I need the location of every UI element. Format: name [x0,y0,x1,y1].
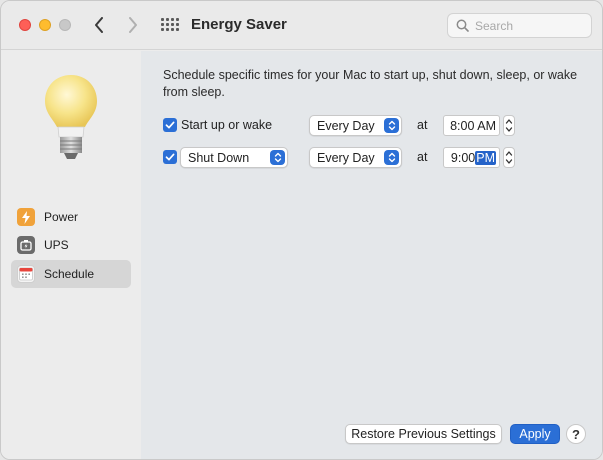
startup-time-field[interactable]: 8:00 AM [443,115,500,136]
sidebar: Power UPS Schedule [1,51,141,459]
ampm-value-selected[interactable]: PM [475,151,496,165]
startup-time-stepper[interactable] [503,115,515,136]
stepper-arrows-icon [505,119,513,132]
stepper-arrows-icon [505,151,513,164]
chevron-up-down-icon [384,150,399,165]
close-window-button[interactable] [19,19,31,31]
search-placeholder: Search [475,19,514,33]
title-bar: Energy Saver Search [1,1,602,50]
ampm-value: AM [477,119,496,133]
search-field[interactable]: Search [447,13,592,38]
back-button[interactable] [89,13,109,37]
shutdown-frequency-popup[interactable]: Every Day [309,147,402,168]
sidebar-item-label: Schedule [44,267,95,281]
time-value: 9:00 [450,151,476,165]
sidebar-item-label: UPS [44,238,69,252]
light-bulb-icon [45,75,97,159]
ups-battery-icon [17,236,35,254]
chevron-left-icon [95,17,103,33]
shutdown-time-field[interactable]: 9:00PM [443,147,500,168]
sidebar-item-schedule[interactable]: Schedule [11,260,131,288]
window-title: Energy Saver [191,16,287,33]
at-label: at [417,118,428,132]
chevron-up-down-icon [270,150,285,165]
calendar-icon [17,265,35,283]
time-value: 8:00 [450,119,475,133]
frequency-value: Every Day [317,119,375,133]
sidebar-item-label: Power [44,210,79,224]
checkmark-icon [165,153,175,161]
shutdown-action-popup[interactable]: Shut Down [180,147,288,168]
frequency-value: Every Day [317,151,375,165]
forward-button[interactable] [123,13,143,37]
startup-label: Start up or wake [181,118,273,132]
shutdown-time-stepper[interactable] [503,147,515,168]
system-preferences-window: Energy Saver Search Power UPS Schedule S… [0,0,603,460]
schedule-description: Schedule specific times for your Mac to … [163,68,578,99]
schedule-pane: Schedule specific times for your Mac to … [141,51,602,459]
schedule-row-shutdown: Shut Down Every Day at 9:00PM [163,147,583,169]
startup-frequency-popup[interactable]: Every Day [309,115,402,136]
zoom-window-button[interactable] [59,19,71,31]
apply-button[interactable]: Apply [510,424,560,444]
at-label: at [417,150,428,164]
sidebar-item-power[interactable]: Power [11,203,131,231]
schedule-row-startup: Start up or wake Every Day at 8:00 AM [163,115,583,137]
shutdown-checkbox[interactable] [163,150,177,164]
bolt-icon [17,208,35,226]
search-icon [456,19,469,32]
action-value: Shut Down [188,151,250,165]
sidebar-item-ups[interactable]: UPS [11,231,131,259]
chevron-up-down-icon [384,118,399,133]
startup-checkbox[interactable] [163,118,177,132]
show-all-grid-icon[interactable] [161,18,179,33]
help-button[interactable]: ? [566,424,586,444]
chevron-right-icon [129,17,137,33]
minimize-window-button[interactable] [39,19,51,31]
restore-previous-settings-button[interactable]: Restore Previous Settings [345,424,502,444]
checkmark-icon [165,121,175,129]
